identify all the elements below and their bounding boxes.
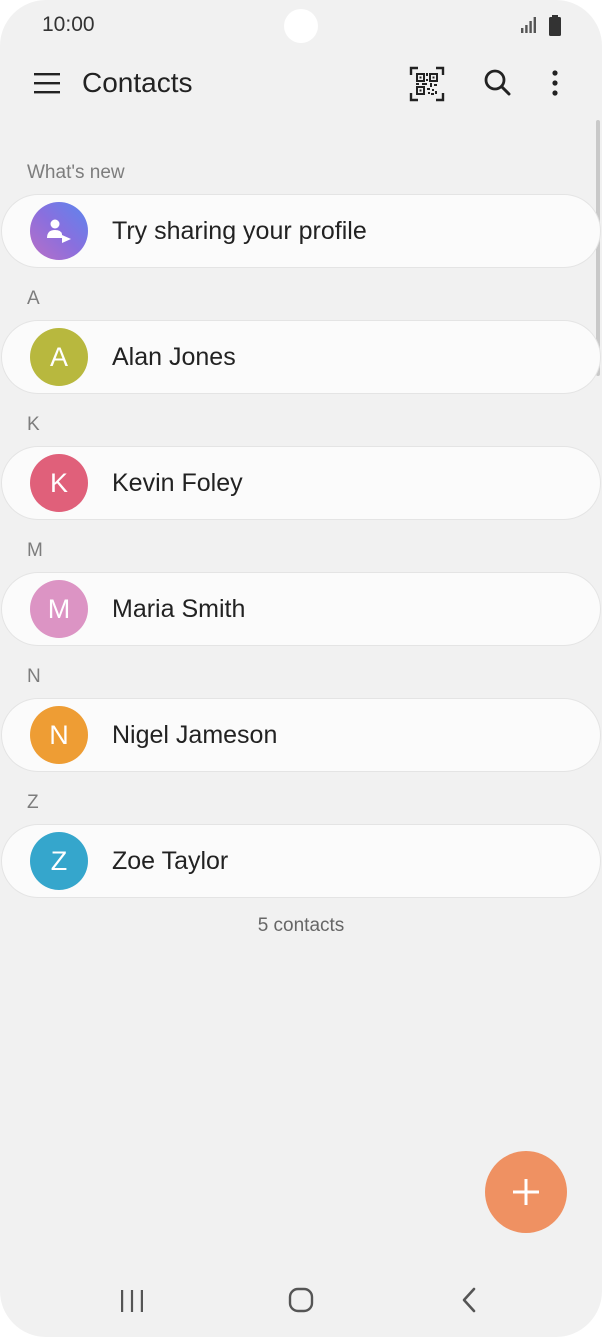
status-time: 10:00 (42, 13, 95, 36)
section-header-whats-new: What's new (27, 162, 125, 183)
recents-icon[interactable] (118, 1288, 146, 1314)
back-icon[interactable] (458, 1286, 480, 1314)
contact-name: Nigel Jameson (112, 721, 278, 749)
avatar: K (30, 454, 88, 512)
contact-row-alan-jones[interactable]: A Alan Jones (2, 321, 600, 393)
scrollbar[interactable] (596, 120, 600, 376)
avatar-initial: N (49, 719, 69, 750)
contact-row-kevin-foley[interactable]: K Kevin Foley (2, 447, 600, 519)
avatar-initial: K (49, 467, 68, 498)
contact-row-nigel-jameson[interactable]: N Nigel Jameson (2, 699, 600, 771)
home-icon[interactable] (286, 1285, 316, 1315)
more-options-icon[interactable] (540, 65, 570, 101)
add-contact-button[interactable] (485, 1151, 567, 1233)
page-title: Contacts (82, 67, 193, 98)
search-icon[interactable] (480, 65, 516, 101)
avatar-initial: Z (50, 845, 68, 876)
contacts-count: 5 contacts (257, 915, 345, 936)
share-profile-card[interactable]: Try sharing your profile (2, 195, 600, 267)
avatar: N (30, 706, 88, 764)
share-profile-label: Try sharing your profile (112, 217, 367, 245)
menu-icon[interactable] (30, 66, 64, 100)
contact-name: Maria Smith (112, 595, 246, 623)
avatar-initial: M (47, 593, 71, 624)
avatar: Z (30, 832, 88, 890)
navigation-bar (0, 1270, 602, 1330)
contact-name: Alan Jones (112, 343, 236, 371)
contact-row-zoe-taylor[interactable]: Z Zoe Taylor (2, 825, 600, 897)
section-header-m: M (27, 540, 43, 561)
contact-row-maria-smith[interactable]: M Maria Smith (2, 573, 600, 645)
section-header-z: Z (27, 792, 39, 813)
contact-name: Zoe Taylor (112, 847, 229, 875)
section-header-n: N (27, 666, 41, 687)
app-bar: Contacts (0, 52, 602, 114)
plus-icon (513, 1179, 539, 1205)
profile-sharing-icon (30, 202, 88, 260)
status-bar: 10:00 (0, 0, 602, 52)
section-header-k: K (27, 414, 40, 435)
camera-cutout (284, 9, 318, 43)
avatar-initial: A (49, 341, 68, 372)
battery-icon (548, 15, 562, 42)
avatar: M (30, 580, 88, 638)
signal-icon (520, 16, 538, 39)
contact-name: Kevin Foley (112, 469, 243, 497)
avatar: A (30, 328, 88, 386)
section-header-a: A (27, 288, 40, 309)
phone-screen: 10:00 Contacts What's new Try sharing yo… (0, 0, 602, 1337)
qr-code-icon[interactable] (408, 65, 446, 103)
